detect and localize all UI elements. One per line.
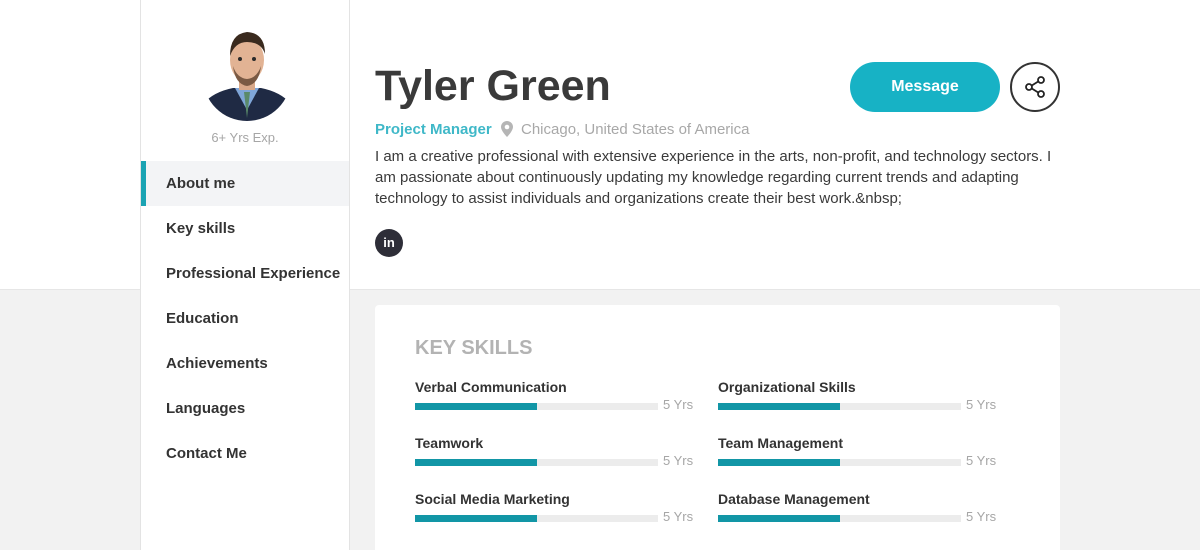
skill-item: Teamwork 5 Yrs xyxy=(415,435,695,475)
avatar xyxy=(203,20,291,121)
skill-progress-fill xyxy=(718,515,840,522)
skill-years: 5 Yrs xyxy=(966,453,997,468)
profile-location: Chicago, United States of America xyxy=(521,121,750,138)
skill-progress-bar xyxy=(415,459,658,466)
skill-progress-fill xyxy=(415,403,537,410)
sidebar-item-languages[interactable]: Languages xyxy=(141,386,349,431)
skill-item: Organizational Skills 5 Yrs xyxy=(718,379,998,419)
share-icon xyxy=(1025,76,1045,98)
sidebar-item-key-skills[interactable]: Key skills xyxy=(141,206,349,251)
skill-progress-fill xyxy=(718,459,840,466)
message-button[interactable]: Message xyxy=(850,62,1000,112)
skill-name: Verbal Communication xyxy=(415,379,567,395)
skill-progress-fill xyxy=(718,403,840,410)
skill-name: Social Media Marketing xyxy=(415,491,570,507)
sidebar-item-professional-experience[interactable]: Professional Experience xyxy=(141,251,349,296)
profile-name: Tyler Green xyxy=(375,62,611,110)
skill-years: 5 Yrs xyxy=(663,453,694,468)
sidebar-item-education[interactable]: Education xyxy=(141,296,349,341)
skill-progress-bar xyxy=(718,515,961,522)
sidebar-item-about-me[interactable]: About me xyxy=(141,161,349,206)
skill-progress-bar xyxy=(718,403,961,410)
key-skills-card: KEY SKILLS Verbal Communication 5 Yrs Or… xyxy=(375,305,1060,550)
skill-name: Team Management xyxy=(718,435,843,451)
sidebar-item-contact-me[interactable]: Contact Me xyxy=(141,431,349,476)
skill-years: 5 Yrs xyxy=(663,397,694,412)
skill-name: Database Management xyxy=(718,491,870,507)
skill-item: Social Media Marketing 5 Yrs xyxy=(415,491,695,531)
location-pin-icon xyxy=(501,121,513,137)
experience-text: 6+ Yrs Exp. xyxy=(211,130,279,145)
profile-about-text: I am a creative professional with extens… xyxy=(375,148,1052,207)
share-button[interactable] xyxy=(1010,62,1060,112)
skill-name: Teamwork xyxy=(415,435,484,451)
sidebar-nav: About me Key skills Professional Experie… xyxy=(141,161,349,476)
skill-years: 5 Yrs xyxy=(966,509,997,524)
skill-progress-fill xyxy=(415,515,537,522)
skill-years: 5 Yrs xyxy=(663,509,694,524)
skill-progress-bar xyxy=(415,403,658,410)
skill-progress-bar xyxy=(718,459,961,466)
skill-item: Verbal Communication 5 Yrs xyxy=(415,379,695,419)
skill-years: 5 Yrs xyxy=(966,397,997,412)
skill-item: Team Management 5 Yrs xyxy=(718,435,998,475)
key-skills-title: KEY SKILLS xyxy=(415,337,533,359)
skill-progress-bar xyxy=(415,515,658,522)
sidebar-item-achievements[interactable]: Achievements xyxy=(141,341,349,386)
sidebar: 6+ Yrs Exp. About me Key skills Professi… xyxy=(140,0,350,550)
skill-item: Database Management 5 Yrs xyxy=(718,491,998,531)
profile-role: Project Manager xyxy=(375,121,492,138)
skill-progress-fill xyxy=(415,459,537,466)
skill-name: Organizational Skills xyxy=(718,379,856,395)
linkedin-icon[interactable]: in xyxy=(375,229,403,257)
